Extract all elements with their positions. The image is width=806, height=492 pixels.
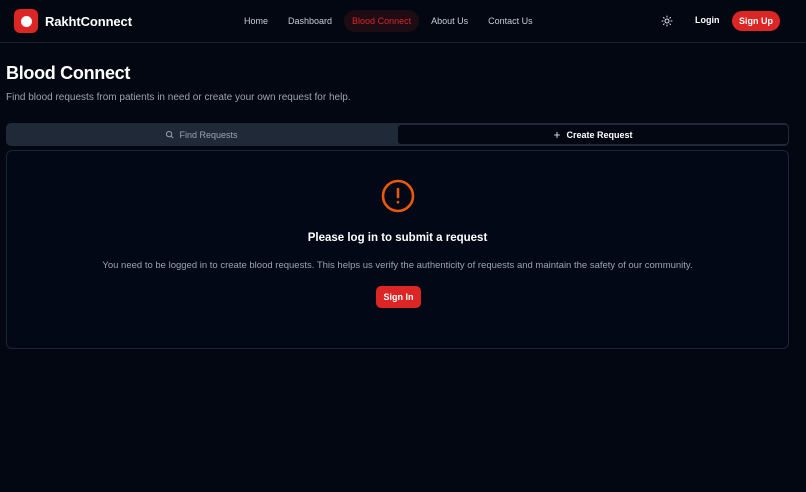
nav-links: Home Dashboard Blood Connect About Us Co… bbox=[236, 10, 545, 32]
login-required-card: Please log in to submit a request You ne… bbox=[6, 150, 789, 349]
alert-circle-icon bbox=[381, 179, 415, 213]
nav-link-about-us[interactable]: About Us bbox=[423, 10, 476, 32]
page-title: Blood Connect bbox=[6, 63, 131, 83]
tab-create-request[interactable]: Create Request bbox=[397, 124, 789, 145]
navbar: RakhtConnect Home Dashboard Blood Connec… bbox=[0, 0, 806, 43]
card-message: You need to be logged in to create blood… bbox=[102, 260, 693, 271]
nav-link-home[interactable]: Home bbox=[236, 10, 276, 32]
page-subtitle: Find blood requests from patients in nee… bbox=[6, 92, 351, 103]
blood-drop-logo-icon bbox=[14, 9, 38, 33]
brand-link[interactable]: RakhtConnect bbox=[14, 9, 132, 33]
nav-link-dashboard[interactable]: Dashboard bbox=[280, 10, 340, 32]
nav-link-blood-connect[interactable]: Blood Connect bbox=[344, 10, 420, 32]
brand-name: RakhtConnect bbox=[45, 13, 132, 29]
login-link[interactable]: Login bbox=[695, 15, 720, 25]
card-title: Please log in to submit a request bbox=[307, 232, 488, 244]
tab-list: Find Requests Create Request bbox=[6, 123, 789, 146]
sign-in-button[interactable]: Sign In bbox=[376, 286, 421, 308]
tab-label: Create Request bbox=[566, 129, 633, 140]
nav-link-contact-us[interactable]: Contact Us bbox=[480, 10, 541, 32]
sun-icon[interactable] bbox=[661, 15, 673, 27]
search-icon bbox=[166, 131, 174, 139]
tab-find-requests[interactable]: Find Requests bbox=[6, 123, 397, 146]
tab-label: Find Requests bbox=[179, 129, 238, 140]
plus-icon bbox=[554, 131, 561, 138]
sign-up-button[interactable]: Sign Up bbox=[732, 11, 780, 31]
